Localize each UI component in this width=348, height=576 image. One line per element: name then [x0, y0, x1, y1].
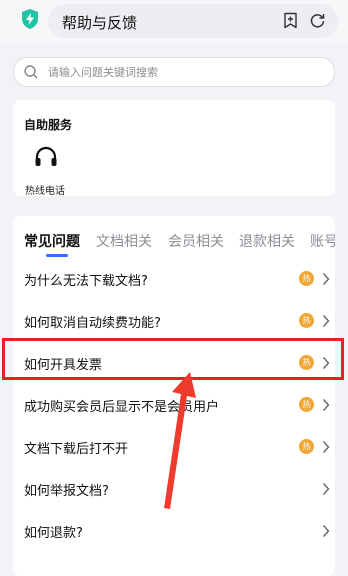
faq-card: 常见问题 文档相关 会员相关 退款相关 账号 为什么无法下载文档? 热 如何取消… — [13, 216, 335, 576]
faq-item-report[interactable]: 如何举报文档? — [13, 468, 335, 510]
chevron-right-icon — [322, 441, 330, 453]
header-bar: 帮助与反馈 — [0, 0, 348, 44]
chevron-right-icon — [322, 525, 330, 537]
hotline-label[interactable]: 热线电话 — [25, 182, 65, 197]
refresh-icon[interactable] — [309, 12, 326, 29]
hot-badge: 热 — [299, 439, 314, 454]
faq-item-download[interactable]: 为什么无法下载文档? 热 — [13, 258, 335, 300]
chevron-right-icon — [322, 483, 330, 495]
faq-item-label: 如何取消自动续费功能? — [24, 316, 161, 331]
headset-icon[interactable] — [33, 145, 59, 171]
bookmark-add-icon[interactable] — [282, 12, 299, 29]
self-service-card: 自助服务 热线电话 — [13, 100, 335, 197]
tab-active-indicator — [46, 254, 68, 257]
tab-membership[interactable]: 会员相关 — [168, 231, 224, 251]
faq-item-cannot-open[interactable]: 文档下载后打不开 热 — [13, 426, 335, 468]
faq-item-label: 如何退款? — [24, 526, 83, 541]
faq-item-label: 如何举报文档? — [24, 484, 109, 499]
search-icon — [24, 65, 38, 79]
highlight-box — [2, 338, 344, 380]
search-input[interactable]: 请输入问题关键词搜索 — [13, 57, 335, 87]
faq-item-membership-not-shown[interactable]: 成功购买会员后显示不是会员用户 热 — [13, 384, 335, 426]
chevron-right-icon — [322, 273, 330, 285]
self-service-title: 自助服务 — [24, 118, 73, 132]
tab-refund[interactable]: 退款相关 — [239, 231, 295, 251]
faq-item-refund[interactable]: 如何退款? — [13, 510, 335, 552]
chevron-right-icon — [322, 399, 330, 411]
tab-common-questions[interactable]: 常见问题 — [24, 231, 80, 251]
title-bar: 帮助与反馈 — [48, 4, 338, 38]
hot-badge: 热 — [299, 397, 314, 412]
hot-badge: 热 — [299, 271, 314, 286]
hot-badge: 热 — [299, 313, 314, 328]
chevron-right-icon — [322, 315, 330, 327]
faq-item-label: 成功购买会员后显示不是会员用户 — [24, 400, 220, 415]
search-placeholder: 请输入问题关键词搜索 — [48, 66, 158, 79]
faq-item-label: 文档下载后打不开 — [24, 442, 129, 457]
faq-item-label: 为什么无法下载文档? — [24, 274, 148, 289]
tab-documents[interactable]: 文档相关 — [96, 231, 152, 251]
shield-lightning-app-icon — [22, 9, 38, 29]
faq-item-cancel-auto-renew[interactable]: 如何取消自动续费功能? 热 — [13, 300, 335, 342]
tab-account[interactable]: 账号 — [310, 231, 335, 251]
page-title: 帮助与反馈 — [62, 14, 138, 32]
